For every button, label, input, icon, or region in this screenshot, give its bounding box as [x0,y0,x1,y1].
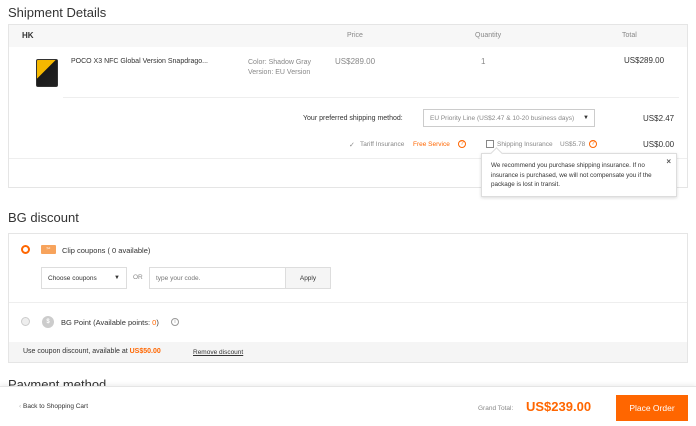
coupon-discount-text: Use coupon discount, available at US$50.… [23,348,161,355]
coupon-discount-label: Use coupon discount, available at [23,348,130,355]
bg-discount-title: BG discount [8,210,79,225]
bg-point-close: ) [156,318,159,327]
insurance-cost: US$0.00 [643,140,675,149]
or-label: OR [133,274,143,281]
clip-coupon-icon: ✂ [41,245,56,254]
bg-point-icon: $ [42,316,54,328]
insurance-tooltip-text: We recommend you purchase shipping insur… [491,162,652,188]
price-column-header: Price [347,32,363,39]
info-icon[interactable]: i [171,318,179,326]
choose-coupons-label: Choose coupons [48,275,97,282]
clip-coupons-label: Clip coupons ( 0 available) [62,246,151,255]
back-to-cart-label: Back to Shopping Cart [22,403,89,410]
shipping-method-label: Your preferred shipping method: [303,115,403,122]
grand-total-value: US$239.00 [526,399,592,414]
product-color: Color: Shadow Gray [248,59,312,66]
product-variant: Color: Shadow Gray Version: EU Version [248,58,311,78]
product-thumbnail[interactable] [36,59,58,87]
close-icon[interactable]: × [666,157,671,167]
insurance-question-icon[interactable]: ? [589,140,597,148]
product-divider [63,97,679,98]
bg-point-label: BG Point (Available points: 0) [61,318,159,327]
product-name[interactable]: POCO X3 NFC Global Version Snapdrago... [71,58,208,65]
total-column-header: Total [622,32,637,39]
shipping-method-select[interactable]: EU Priority Line (US$2.47 & 10-20 busine… [423,109,595,127]
bg-point-radio[interactable] [21,317,30,326]
product-version: Version: EU Version [248,69,311,76]
tariff-insurance-label: Tariff Insurance [360,141,405,148]
discount-panel: ✂ Clip coupons ( 0 available) Choose cou… [8,233,688,363]
discount-divider [9,302,687,303]
coupon-code-input[interactable] [149,267,286,289]
apply-button[interactable]: Apply [285,267,331,289]
choose-coupons-select[interactable]: Choose coupons ▼ [41,267,127,289]
tariff-check-icon: ✓ [349,142,355,149]
free-service-label: Free Service [413,141,450,148]
remove-discount-link[interactable]: Remove discount [193,349,243,356]
order-footer: ‹ Back to Shopping Cart Grand Total: US$… [0,386,696,426]
bg-point-text: BG Point (Available points: [61,318,153,327]
quantity-column-header: Quantity [475,32,502,39]
shipment-header: HK Price Quantity Total [9,25,687,47]
grand-total-label: Grand Total: [478,405,514,412]
shipping-cost: US$2.47 [643,114,675,123]
chevron-down-icon: ▼ [583,115,589,121]
shipping-insurance-price: US$5.78 [560,141,586,148]
product-quantity: 1 [481,57,486,66]
product-total: US$289.00 [624,56,665,65]
back-to-cart-link[interactable]: ‹ Back to Shopping Cart [19,403,88,410]
tariff-question-icon[interactable]: ? [458,140,466,148]
clip-coupons-radio[interactable] [21,245,30,254]
insurance-tooltip: We recommend you purchase shipping insur… [481,153,677,197]
coupon-discount-amount: US$50.00 [129,348,161,355]
shipping-insurance-label[interactable]: Shipping Insurance [497,141,553,148]
warehouse-label: HK [22,31,34,40]
shipping-insurance-checkbox[interactable] [486,140,494,148]
shipping-method-value: EU Priority Line (US$2.47 & 10-20 busine… [430,115,575,122]
coupon-discount-bar: Use coupon discount, available at US$50.… [9,342,687,362]
product-price: US$289.00 [335,57,376,66]
chevron-left-icon: ‹ [19,403,22,410]
chevron-down-icon: ▼ [114,275,120,281]
shipment-details-title: Shipment Details [8,5,107,20]
place-order-button[interactable]: Place Order [616,395,688,421]
